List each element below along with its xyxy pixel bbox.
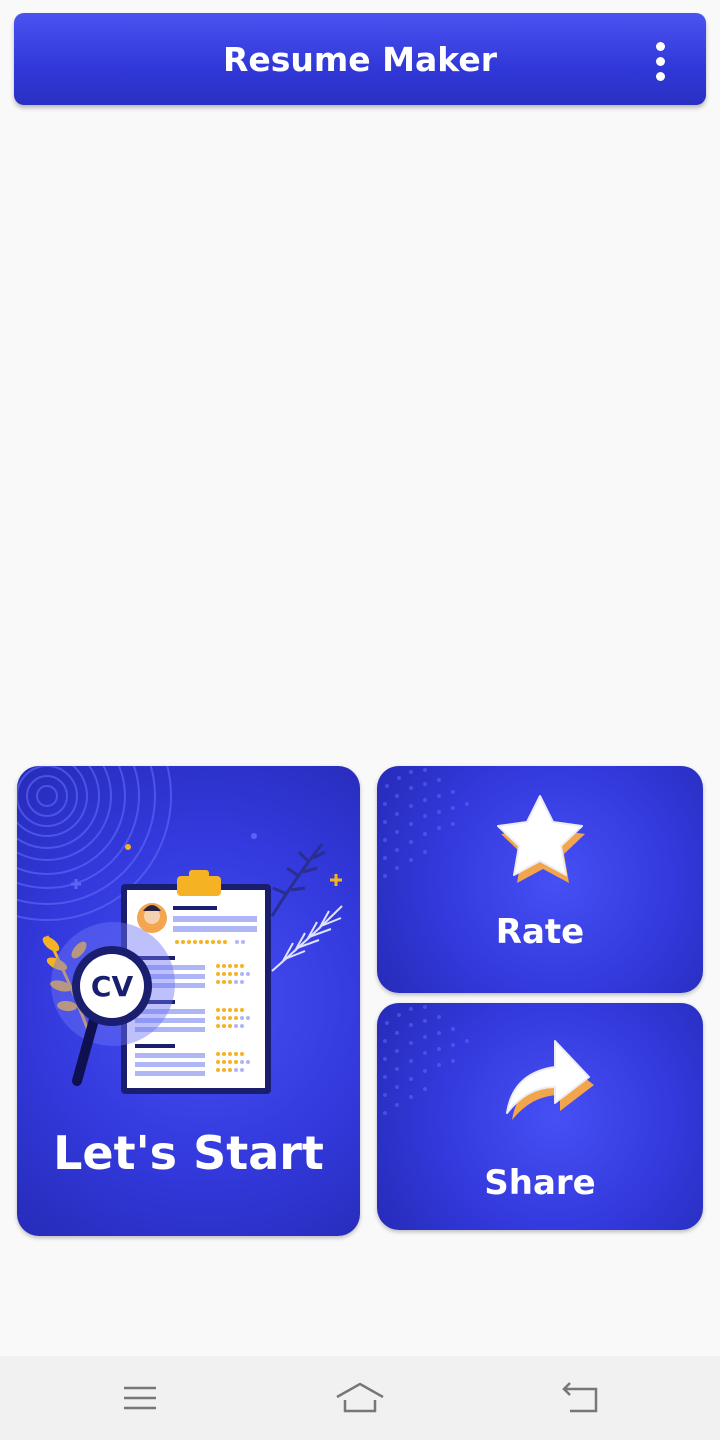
lets-start-label: Let's Start — [53, 1126, 324, 1180]
rate-button[interactable]: Rate — [377, 766, 703, 993]
back-icon[interactable] — [550, 1374, 610, 1422]
menu-icon[interactable] — [110, 1374, 170, 1422]
star-icon — [497, 795, 585, 883]
lets-start-button[interactable]: CV Let's Start — [17, 766, 360, 1236]
share-label: Share — [484, 1163, 596, 1203]
share-arrow-icon — [506, 1040, 594, 1120]
magnifier-cv-text: CV — [91, 970, 134, 1003]
share-button[interactable]: Share — [377, 1003, 703, 1230]
rate-label: Rate — [495, 912, 585, 952]
app-bar: Resume Maker — [14, 13, 706, 105]
app-title: Resume Maker — [222, 40, 497, 79]
system-nav-bar — [0, 1356, 720, 1440]
home-icon[interactable] — [330, 1374, 390, 1422]
more-options-icon[interactable] — [634, 37, 686, 85]
